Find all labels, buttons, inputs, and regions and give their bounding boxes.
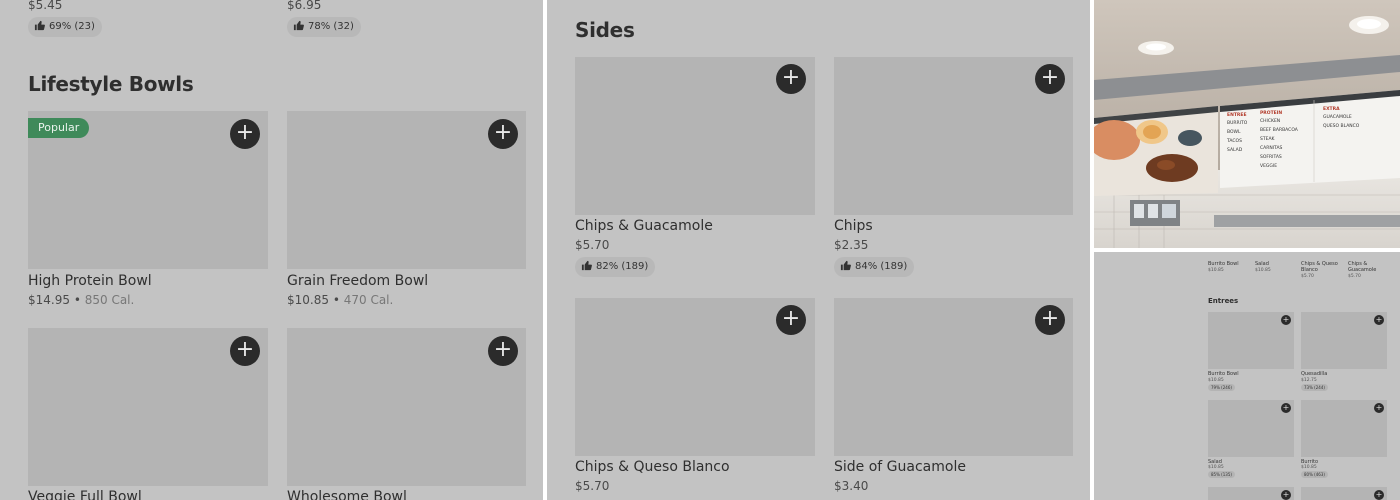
mini-item-name: Burrito Bowl: [1208, 371, 1239, 377]
item-price: $2.35: [834, 238, 869, 252]
menu-board-entree-header: ENTREE: [1227, 113, 1247, 118]
menu-board-item: SOFRITAS: [1260, 155, 1282, 160]
add-to-cart-button[interactable]: +: [776, 305, 806, 335]
item-price-calories: $10.85 • 470 Cal.: [287, 293, 394, 307]
thumbs-up-icon: [840, 260, 851, 271]
mini-add-button[interactable]: +: [1281, 403, 1291, 413]
item-price: $5.45: [28, 0, 63, 12]
sides-panel: Sides + Chips & Guacamole $5.70 82% (189…: [547, 0, 1090, 500]
mini-item-name: Quesadilla: [1301, 371, 1328, 377]
mini-item-price: $12.75: [1301, 378, 1317, 383]
rating-text: 69% (23): [49, 21, 95, 32]
menu-board-item: SALAD: [1227, 148, 1243, 153]
mini-add-button[interactable]: +: [1281, 490, 1291, 500]
rating-text: 78% (32): [308, 21, 354, 32]
mini-item-price: $10.85: [1208, 378, 1224, 383]
entrees-mini-preview: Burrito Bowl $10.85 Salad $10.85 Chips &…: [1094, 252, 1400, 500]
rating-badge: 78% (32): [287, 17, 361, 37]
mini-add-button[interactable]: +: [1374, 403, 1384, 413]
mini-add-button[interactable]: +: [1281, 315, 1291, 325]
menu-board-item: GUACAMOLE: [1323, 115, 1352, 120]
item-name[interactable]: Grain Freedom Bowl: [287, 273, 428, 289]
mini-rating: 79% (246): [1208, 384, 1235, 391]
popular-badge: Popular: [28, 118, 90, 138]
item-name[interactable]: Chips: [834, 218, 873, 234]
add-to-cart-button[interactable]: +: [488, 119, 518, 149]
mini-item-price: $10.85: [1301, 465, 1317, 470]
item-name[interactable]: Chips & Guacamole: [575, 218, 713, 234]
menu-board-item: STEAK: [1260, 137, 1275, 142]
add-to-cart-button[interactable]: +: [776, 64, 806, 94]
mini-item-price: $10.85: [1255, 268, 1271, 273]
item-price-calories: $14.95 • 850 Cal.: [28, 293, 135, 307]
thumbs-up-icon: [293, 20, 304, 31]
add-to-cart-button[interactable]: +: [1035, 305, 1065, 335]
rating-badge: 69% (23): [28, 17, 102, 37]
rating-badge: 82% (189): [575, 257, 656, 277]
mini-rating: 73% (244): [1301, 384, 1328, 391]
mini-rating: 85% (135): [1208, 471, 1235, 478]
item-price: $10.85: [287, 293, 329, 307]
item-name[interactable]: Chips & Queso Blanco: [575, 459, 730, 475]
rating-badge: 84% (189): [834, 257, 915, 277]
restaurant-menu-board-photo: ENTREE BURRITO BOWL TACOS SALAD PROTEIN …: [1094, 0, 1400, 248]
mini-item-name: Burrito Bowl: [1208, 261, 1239, 267]
menu-board-item: BURRITO: [1227, 121, 1248, 126]
menu-board-item: CHICKEN: [1260, 119, 1281, 124]
item-price: $14.95: [28, 293, 70, 307]
item-price: $5.70: [575, 238, 610, 252]
mini-section-title: Entrees: [1208, 297, 1239, 305]
mini-item-price: $10.85: [1208, 465, 1224, 470]
menu-board-extra-header: EXTRA: [1323, 107, 1340, 112]
section-title: Sides: [575, 18, 635, 42]
item-name[interactable]: Veggie Full Bowl: [28, 489, 142, 500]
item-name[interactable]: Side of Guacamole: [834, 459, 966, 475]
add-to-cart-button[interactable]: +: [488, 336, 518, 366]
section-title: Lifestyle Bowls: [28, 72, 194, 96]
rating-text: 84% (189): [855, 261, 908, 272]
lifestyle-bowls-panel: $5.45 $6.95 69% (23) 78% (32) Lifestyle …: [0, 0, 543, 500]
menu-board-item: BEEF BARBACOA: [1260, 128, 1298, 133]
mini-rating: 80% (463): [1301, 471, 1328, 478]
thumbs-up-icon: [34, 20, 45, 31]
item-price: $3.40: [834, 479, 869, 493]
menu-board-item: CARNITAS: [1260, 146, 1283, 151]
mini-item-price: $5.70: [1348, 274, 1361, 279]
item-calories: 470 Cal.: [343, 293, 394, 307]
thumbs-up-icon: [581, 260, 592, 271]
mini-item-name: Chips & Queso Blanco: [1301, 261, 1338, 273]
item-name[interactable]: Wholesome Bowl: [287, 489, 407, 500]
item-price: $5.70: [575, 479, 610, 493]
item-price: $6.95: [287, 0, 322, 12]
menu-board-item: VEGGIE: [1260, 164, 1278, 169]
mini-item-price: $5.70: [1301, 274, 1314, 279]
mini-item-name: Salad: [1255, 261, 1269, 267]
mini-item-name: Chips & Guacamole: [1348, 261, 1377, 273]
menu-board-item: QUESO BLANCO: [1323, 124, 1360, 129]
add-to-cart-button[interactable]: +: [1035, 64, 1065, 94]
item-calories: 850 Cal.: [84, 293, 135, 307]
rating-text: 82% (189): [596, 261, 649, 272]
add-to-cart-button[interactable]: +: [230, 119, 260, 149]
menu-board-item: BOWL: [1227, 130, 1241, 135]
add-to-cart-button[interactable]: +: [230, 336, 260, 366]
mini-item-price: $10.85: [1208, 268, 1224, 273]
menu-board-item: TACOS: [1227, 139, 1242, 144]
menu-board-protein-header: PROTEIN: [1260, 111, 1283, 116]
item-name[interactable]: High Protein Bowl: [28, 273, 152, 289]
mini-add-button[interactable]: +: [1374, 490, 1384, 500]
mini-add-button[interactable]: +: [1374, 315, 1384, 325]
